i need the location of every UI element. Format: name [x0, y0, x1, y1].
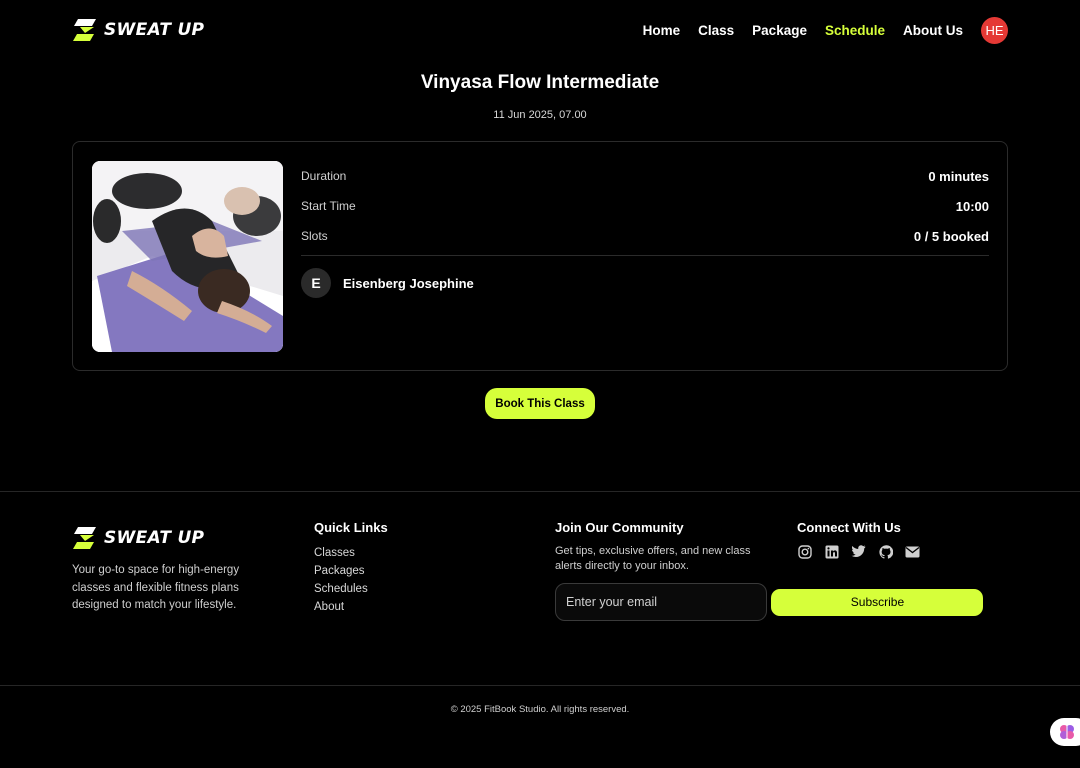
- brain-icon: [1060, 725, 1074, 739]
- community-text: Get tips, exclusive offers, and new clas…: [555, 545, 751, 572]
- nav-schedule[interactable]: Schedule: [825, 23, 885, 38]
- brand-name: SWEAT UP: [104, 20, 205, 40]
- yoga-photo-illustration: [92, 161, 283, 352]
- user-avatar[interactable]: HE: [981, 16, 1008, 44]
- footer-link-about[interactable]: About: [314, 598, 388, 616]
- logo-mark-icon: [73, 527, 96, 549]
- class-datetime: 11 Jun 2025, 07.00: [493, 109, 587, 121]
- class-detail-card: Duration 0 minutes Start Time 10:00 Slot…: [72, 141, 1008, 371]
- duration-value: 0 minutes: [928, 168, 989, 184]
- email-field[interactable]: [555, 583, 767, 621]
- logo-mark-icon: [73, 19, 96, 41]
- footer-description: Your go-to space for high-energy classes…: [72, 564, 240, 611]
- duration-label: Duration: [301, 169, 347, 183]
- slots-label: Slots: [301, 229, 328, 243]
- class-photo: [92, 161, 283, 352]
- nav-package[interactable]: Package: [752, 23, 807, 38]
- quick-links-heading: Quick Links: [314, 520, 388, 535]
- github-icon[interactable]: [878, 544, 893, 559]
- detail-slots: Slots 0 / 5 booked: [301, 221, 989, 251]
- footer-logo[interactable]: SWEAT UP: [72, 525, 272, 551]
- detail-duration: Duration 0 minutes: [301, 161, 989, 191]
- footer-link-packages[interactable]: Packages: [314, 562, 388, 580]
- site-header: SWEAT UP Home Class Package Schedule Abo…: [72, 0, 1008, 60]
- footer-link-schedules[interactable]: Schedules: [314, 580, 388, 598]
- footer-quick-links: Quick Links Classes Packages Schedules A…: [314, 520, 388, 616]
- footer-bottom-divider: [0, 685, 1080, 686]
- footer-top-divider: [0, 491, 1080, 492]
- assistant-button[interactable]: [1050, 718, 1080, 746]
- footer-connect: Connect With Us: [797, 520, 920, 559]
- book-class-button[interactable]: Book This Class: [485, 388, 595, 419]
- class-info: Duration 0 minutes Start Time 10:00 Slot…: [301, 161, 989, 298]
- mail-icon[interactable]: [905, 544, 920, 559]
- subscribe-button[interactable]: Subscribe: [771, 588, 984, 616]
- brand-logo[interactable]: SWEAT UP: [72, 17, 204, 43]
- nav-about-us[interactable]: About Us: [903, 23, 963, 38]
- linkedin-icon[interactable]: [824, 544, 839, 559]
- main-nav: Home Class Package Schedule About Us HE: [643, 16, 1008, 44]
- instructor-name: Eisenberg Josephine: [343, 275, 474, 291]
- twitter-icon[interactable]: [851, 544, 866, 559]
- divider: [301, 255, 989, 256]
- instructor-avatar: E: [301, 268, 331, 298]
- class-title: Vinyasa Flow Intermediate: [420, 72, 660, 93]
- instructor: E Eisenberg Josephine: [301, 268, 989, 298]
- copyright-text: © 2025 FitBook Studio. All rights reserv…: [450, 704, 630, 715]
- footer-brand: SWEAT UP Your go-to space for high-energ…: [72, 525, 272, 615]
- slots-value: 0 / 5 booked: [913, 228, 989, 244]
- instagram-icon[interactable]: [797, 544, 812, 559]
- footer-link-classes[interactable]: Classes: [314, 544, 388, 562]
- connect-heading: Connect With Us: [797, 520, 901, 535]
- nav-home[interactable]: Home: [643, 23, 681, 38]
- start-time-label: Start Time: [301, 199, 356, 213]
- nav-class[interactable]: Class: [698, 23, 734, 38]
- start-time-value: 10:00: [955, 198, 989, 214]
- detail-start-time: Start Time 10:00: [301, 191, 989, 221]
- footer-brand-name: SWEAT UP: [104, 528, 205, 548]
